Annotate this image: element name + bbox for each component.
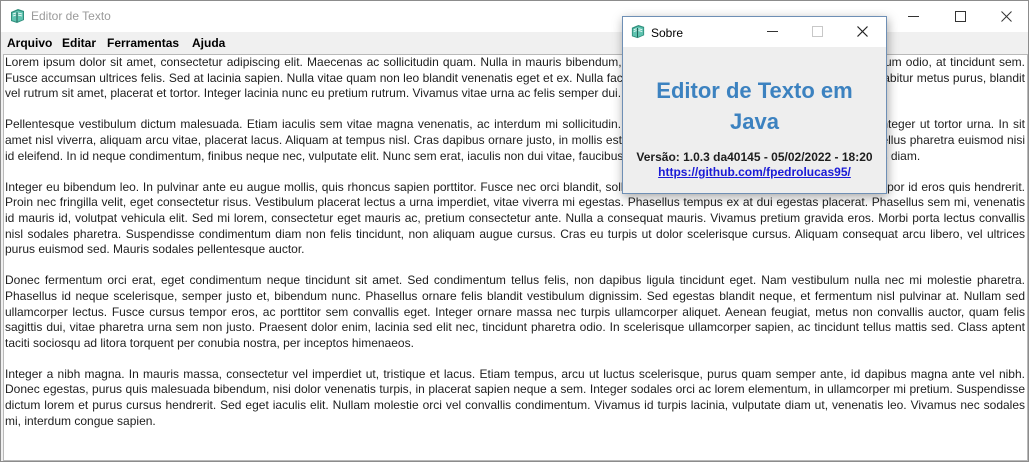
paragraph: Donec fermentum orci erat, eget condimen… [5,273,1025,350]
menu-editar[interactable]: Editar [62,36,96,50]
dialog-title-bar[interactable]: Sobre [623,17,886,47]
github-link[interactable]: https://github.com/fpedrolucas95/ [623,165,886,179]
about-dialog: Sobre Editor de Texto em Java Versão: 1.… [622,16,887,194]
menu-ajuda[interactable]: Ajuda [192,36,225,50]
minimize-button[interactable] [890,1,936,32]
dialog-heading-line1: Editor de Texto em [656,78,853,103]
dialog-heading-line2: Java [730,109,779,134]
book-icon [631,24,645,39]
dialog-title: Sobre [651,26,684,40]
dialog-close-button[interactable] [840,17,885,47]
dialog-maximize-button [795,17,840,47]
minimize-icon [908,16,919,17]
version-text: Versão: 1.0.3 da40145 - 05/02/2022 - 18:… [636,150,873,164]
menu-arquivo[interactable]: Arquivo [7,36,52,50]
close-icon [1001,11,1012,22]
maximize-icon [955,11,966,22]
minimize-icon [767,31,778,32]
paragraph: Integer a nibh magna. In mauris massa, c… [5,366,1025,428]
menu-ferramentas[interactable]: Ferramentas [107,36,179,50]
maximize-button[interactable] [937,1,983,32]
book-icon [11,9,24,23]
dialog-minimize-button[interactable] [750,17,795,47]
close-icon [857,26,868,37]
window-title: Editor de Texto [31,9,111,23]
maximize-icon [812,26,823,37]
close-button[interactable] [983,1,1029,32]
dialog-heading: Editor de Texto em Java [623,75,886,137]
